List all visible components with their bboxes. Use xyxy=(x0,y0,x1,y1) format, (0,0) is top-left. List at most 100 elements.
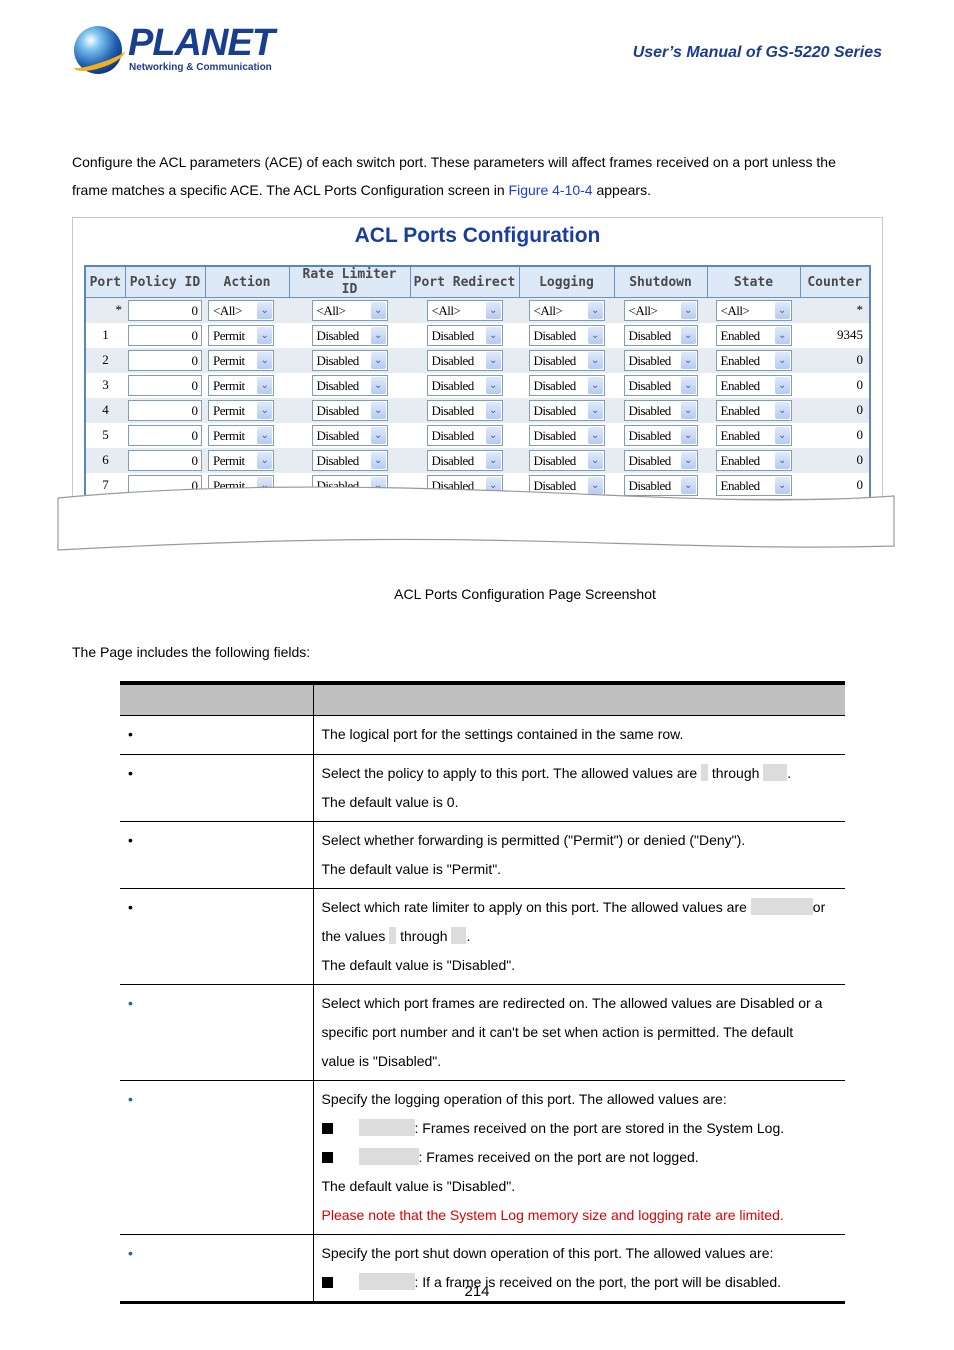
chevron-down-icon[interactable]: ⌄ xyxy=(370,301,386,319)
action-select[interactable]: Permit ⌄ xyxy=(208,424,274,446)
policy-id-input[interactable]: 0 xyxy=(128,399,202,421)
shutdown-select[interactable]: Disabled ⌄ xyxy=(623,424,698,446)
chevron-down-icon[interactable]: ⌄ xyxy=(774,401,790,419)
policy-id-input[interactable]: 0 xyxy=(128,299,202,321)
rate-select[interactable]: <All> ⌄ xyxy=(311,299,388,321)
chevron-down-icon[interactable]: ⌄ xyxy=(680,426,696,444)
chevron-down-icon[interactable]: ⌄ xyxy=(680,401,696,419)
field-row-logging: • Specify the logging operation of this … xyxy=(120,1079,845,1234)
logging-select[interactable]: <All> ⌄ xyxy=(528,299,605,321)
chevron-down-icon[interactable]: ⌄ xyxy=(587,401,603,419)
rate-select[interactable]: Disabled ⌄ xyxy=(311,449,388,471)
chevron-down-icon[interactable]: ⌄ xyxy=(587,301,603,319)
state-select[interactable]: Enabled ⌄ xyxy=(715,374,792,396)
logging-select[interactable]: Disabled ⌄ xyxy=(528,374,605,396)
chevron-down-icon[interactable]: ⌄ xyxy=(485,451,501,469)
rate-select[interactable]: Disabled ⌄ xyxy=(311,374,388,396)
policy-id-input[interactable]: 0 xyxy=(128,374,202,396)
column-header: Shutdown xyxy=(613,265,708,298)
state-select[interactable]: Enabled ⌄ xyxy=(715,399,792,421)
chevron-down-icon[interactable]: ⌄ xyxy=(257,301,272,319)
action-select[interactable]: Permit ⌄ xyxy=(208,349,274,371)
shutdown-select[interactable]: Disabled ⌄ xyxy=(623,399,698,421)
chevron-down-icon[interactable]: ⌄ xyxy=(257,326,272,344)
logging-select[interactable]: Disabled ⌄ xyxy=(528,324,605,346)
rate-select[interactable]: Disabled ⌄ xyxy=(311,324,388,346)
shutdown-select[interactable]: Disabled ⌄ xyxy=(623,349,698,371)
selected-value: Permit xyxy=(213,352,245,368)
redirect-select[interactable]: Disabled ⌄ xyxy=(426,424,503,446)
chevron-down-icon[interactable]: ⌄ xyxy=(680,376,696,394)
state-select[interactable]: <All> ⌄ xyxy=(715,299,792,321)
chevron-down-icon[interactable]: ⌄ xyxy=(485,376,501,394)
rate-select[interactable]: Disabled ⌄ xyxy=(311,349,388,371)
policy-id-input[interactable]: 0 xyxy=(128,424,202,446)
field-row-action: • Select whether forwarding is permitted… xyxy=(120,820,845,888)
chevron-down-icon[interactable]: ⌄ xyxy=(370,451,386,469)
chevron-down-icon[interactable]: ⌄ xyxy=(370,426,386,444)
action-select[interactable]: Permit ⌄ xyxy=(208,449,274,471)
redirect-select[interactable]: <All> ⌄ xyxy=(426,299,503,321)
chevron-down-icon[interactable]: ⌄ xyxy=(774,301,790,319)
redirect-select[interactable]: Disabled ⌄ xyxy=(426,349,503,371)
chevron-down-icon[interactable]: ⌄ xyxy=(774,451,790,469)
chevron-down-icon[interactable]: ⌄ xyxy=(680,351,696,369)
redirect-select[interactable]: Disabled ⌄ xyxy=(426,374,503,396)
redirect-select[interactable]: Disabled ⌄ xyxy=(426,324,503,346)
chevron-down-icon[interactable]: ⌄ xyxy=(485,401,501,419)
logging-select[interactable]: Disabled ⌄ xyxy=(528,449,605,471)
action-select[interactable]: Permit ⌄ xyxy=(208,374,274,396)
chevron-down-icon[interactable]: ⌄ xyxy=(587,351,603,369)
chevron-down-icon[interactable]: ⌄ xyxy=(587,451,603,469)
chevron-down-icon[interactable]: ⌄ xyxy=(485,351,501,369)
page-number: 214 xyxy=(464,1283,490,1300)
chevron-down-icon[interactable]: ⌄ xyxy=(587,376,603,394)
chevron-down-icon[interactable]: ⌄ xyxy=(485,301,501,319)
chevron-down-icon[interactable]: ⌄ xyxy=(587,426,603,444)
chevron-down-icon[interactable]: ⌄ xyxy=(485,326,501,344)
chevron-down-icon[interactable]: ⌄ xyxy=(370,376,386,394)
chevron-down-icon[interactable]: ⌄ xyxy=(370,326,386,344)
rate-select[interactable]: Disabled ⌄ xyxy=(311,424,388,446)
logging-select[interactable]: Disabled ⌄ xyxy=(528,349,605,371)
chevron-down-icon[interactable]: ⌄ xyxy=(774,326,790,344)
redirect-select[interactable]: Disabled ⌄ xyxy=(426,399,503,421)
rate-select[interactable]: Disabled ⌄ xyxy=(311,399,388,421)
chevron-down-icon[interactable]: ⌄ xyxy=(485,426,501,444)
chevron-down-icon[interactable]: ⌄ xyxy=(370,401,386,419)
redirect-select[interactable]: Disabled ⌄ xyxy=(426,449,503,471)
chevron-down-icon[interactable]: ⌄ xyxy=(257,351,272,369)
chevron-down-icon[interactable]: ⌄ xyxy=(680,326,696,344)
state-select[interactable]: Enabled ⌄ xyxy=(715,324,792,346)
selected-value: Disabled xyxy=(431,427,475,443)
chevron-down-icon[interactable]: ⌄ xyxy=(370,351,386,369)
state-select[interactable]: Enabled ⌄ xyxy=(715,349,792,371)
logging-select[interactable]: Disabled ⌄ xyxy=(528,424,605,446)
chevron-down-icon[interactable]: ⌄ xyxy=(680,451,696,469)
shutdown-select[interactable]: <All> ⌄ xyxy=(623,299,698,321)
chevron-down-icon[interactable]: ⌄ xyxy=(774,426,790,444)
action-select[interactable]: Permit ⌄ xyxy=(208,324,274,346)
state-select[interactable]: Enabled ⌄ xyxy=(715,449,792,471)
chevron-down-icon[interactable]: ⌄ xyxy=(257,401,272,419)
policy-id-input[interactable]: 0 xyxy=(128,449,202,471)
policy-id-input[interactable]: 0 xyxy=(128,324,202,346)
action-select[interactable]: Permit ⌄ xyxy=(208,399,274,421)
policy-id-input[interactable]: 0 xyxy=(128,349,202,371)
chevron-down-icon[interactable]: ⌄ xyxy=(257,451,272,469)
action-select[interactable]: <All> ⌄ xyxy=(208,299,274,321)
logging-description: Specify the logging operation of this po… xyxy=(321,1090,727,1107)
logging-select[interactable]: Disabled ⌄ xyxy=(528,399,605,421)
chevron-down-icon[interactable]: ⌄ xyxy=(774,376,790,394)
chevron-down-icon[interactable]: ⌄ xyxy=(587,326,603,344)
chevron-down-icon[interactable]: ⌄ xyxy=(257,376,272,394)
shutdown-select[interactable]: Disabled ⌄ xyxy=(623,449,698,471)
shutdown-select[interactable]: Disabled ⌄ xyxy=(623,324,698,346)
chevron-down-icon[interactable]: ⌄ xyxy=(257,426,272,444)
chevron-down-icon[interactable]: ⌄ xyxy=(774,351,790,369)
shutdown-select[interactable]: Disabled ⌄ xyxy=(623,374,698,396)
counter-value: 9345 xyxy=(837,327,863,342)
figure-link[interactable]: Figure 4-10-4 xyxy=(509,182,593,198)
state-select[interactable]: Enabled ⌄ xyxy=(715,424,792,446)
chevron-down-icon[interactable]: ⌄ xyxy=(680,301,696,319)
